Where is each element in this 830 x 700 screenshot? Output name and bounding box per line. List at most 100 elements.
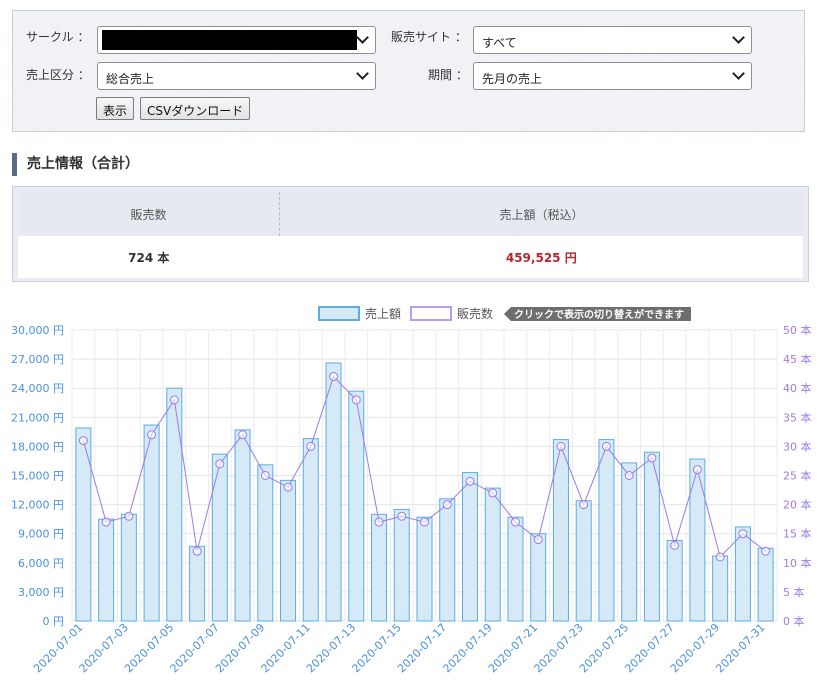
sales-chart: 売上額 販売数 クリックで表示の切り替えができます 0 円 3,000 円 6,00…	[11, 306, 812, 675]
count-point	[306, 441, 316, 451]
sales-bar	[712, 555, 729, 622]
right-axis-tick-label: 30 本	[783, 439, 812, 453]
right-axis-tick-label: 15 本	[783, 527, 812, 541]
right-axis-tick-label: 0 本	[783, 614, 805, 628]
count-point	[397, 511, 407, 521]
right-axis-tick-label: 50 本	[783, 323, 812, 337]
period-label: 期間 ：	[428, 68, 468, 82]
sales-bar	[211, 453, 228, 622]
x-axis-tick-label: 2020-07-31	[713, 621, 767, 675]
chart-legend[interactable]: 売上額 販売数 クリックで表示の切り替えができます	[318, 306, 691, 321]
count-point	[465, 476, 475, 486]
count-point	[761, 546, 771, 556]
right-axis-tick-label: 25 本	[783, 469, 812, 483]
count-point	[624, 471, 634, 480]
right-axis: 0 本 5 本 10 本 15 本 20 本 25 本 30 本 35 本 40 本 45 本 50…	[783, 323, 812, 628]
right-axis-tick-label: 10 本	[783, 556, 812, 570]
count-point	[738, 529, 748, 539]
sales-bar	[461, 472, 478, 622]
count-point	[601, 441, 611, 451]
site-label: 販売サイト ：	[391, 30, 467, 44]
sales-bar	[689, 458, 706, 622]
right-axis-tick-label: 40 本	[783, 381, 812, 395]
legend-count-label[interactable]: 販売数	[457, 306, 493, 321]
sales-bar	[598, 439, 615, 622]
count-point	[215, 459, 225, 469]
section-title: 売上情報（合計）	[12, 153, 139, 176]
count-value: 724 本	[18, 236, 280, 278]
count-point	[670, 540, 680, 550]
left-axis-tick-label: 18,000 円	[11, 440, 64, 453]
count-point	[533, 535, 543, 545]
count-point	[420, 517, 429, 527]
right-axis-tick-label: 45 本	[783, 352, 812, 366]
left-axis-tick-label: 30,000 円	[11, 324, 64, 337]
count-point	[488, 488, 498, 498]
category-select[interactable]: 総合売上	[97, 62, 376, 90]
count-point	[283, 482, 293, 492]
left-axis-tick-label: 9,000 円	[18, 528, 64, 541]
sales-bar	[189, 545, 206, 622]
count-point	[192, 546, 202, 556]
chevron-down-icon	[732, 67, 745, 80]
site-select[interactable]: すべて	[473, 26, 752, 54]
left-axis-tick-label: 24,000 円	[11, 382, 64, 395]
sales-bar	[757, 547, 774, 622]
site-select-value: すべて	[482, 36, 517, 50]
count-point	[147, 430, 157, 440]
sales-bar	[280, 479, 297, 622]
sales-bar	[371, 513, 388, 622]
sales-bar	[666, 539, 683, 622]
amount-header: 売上額（税込）	[279, 192, 803, 236]
chevron-down-icon	[356, 31, 369, 44]
category-label: 売上区分 ：	[26, 68, 90, 82]
legend-sales-label[interactable]: 売上額	[365, 306, 401, 321]
left-axis: 0 円 3,000 円 6,000 円 9,000 円 12,000 円 15,000 円…	[11, 324, 64, 628]
count-point	[647, 453, 657, 463]
count-point	[351, 395, 361, 405]
count-point	[510, 517, 520, 527]
legend-sales-swatch[interactable]	[318, 306, 360, 321]
redacted-block	[102, 30, 357, 50]
sales-bar	[234, 429, 251, 622]
sales-bar	[621, 462, 638, 622]
csv-download-button[interactable]: CSVダウンロード	[140, 97, 251, 120]
left-axis-tick-label: 21,000 円	[11, 411, 64, 424]
sales-bar	[734, 526, 751, 622]
amount-value: 459,525 円	[279, 236, 803, 278]
sales-bar	[120, 513, 137, 622]
count-point	[329, 372, 339, 382]
left-axis-tick-label: 12,000 円	[11, 499, 64, 512]
sales-bar	[439, 498, 456, 622]
bar-series	[75, 362, 774, 622]
count-point	[715, 552, 725, 562]
period-select-value: 先月の売上	[482, 72, 543, 86]
right-axis-tick-label: 20 本	[783, 498, 812, 512]
count-point	[101, 517, 111, 527]
show-button[interactable]: 表示	[96, 97, 135, 120]
hint-text: クリックで表示の切り替えができます	[514, 308, 684, 321]
count-point	[579, 500, 589, 510]
count-point	[374, 517, 384, 527]
left-axis-tick-label: 0 円	[43, 615, 65, 628]
legend-count-swatch[interactable]	[410, 306, 452, 321]
period-select[interactable]: 先月の売上	[473, 62, 752, 90]
sales-bar	[575, 500, 592, 622]
circle-label: サークル ：	[26, 30, 90, 44]
sales-bar	[484, 487, 501, 622]
circle-select[interactable]	[97, 26, 376, 54]
sales-bar	[302, 438, 319, 622]
count-point	[169, 395, 179, 405]
sales-bar	[257, 464, 274, 622]
sales-bar	[325, 362, 342, 622]
count-point	[238, 430, 248, 440]
count-point	[260, 471, 270, 480]
category-select-value: 総合売上	[106, 72, 155, 86]
left-axis-tick-label: 27,000 円	[11, 353, 64, 366]
count-point	[78, 436, 88, 446]
count-point	[124, 511, 134, 521]
right-axis-tick-label: 5 本	[783, 585, 805, 599]
chevron-down-icon	[732, 31, 745, 44]
filter-panel: サークル ： 販売サイト ： すべて 売上区分 ： 総合売上 期間 ： 先月の売…	[12, 10, 805, 132]
count-point	[556, 441, 566, 451]
